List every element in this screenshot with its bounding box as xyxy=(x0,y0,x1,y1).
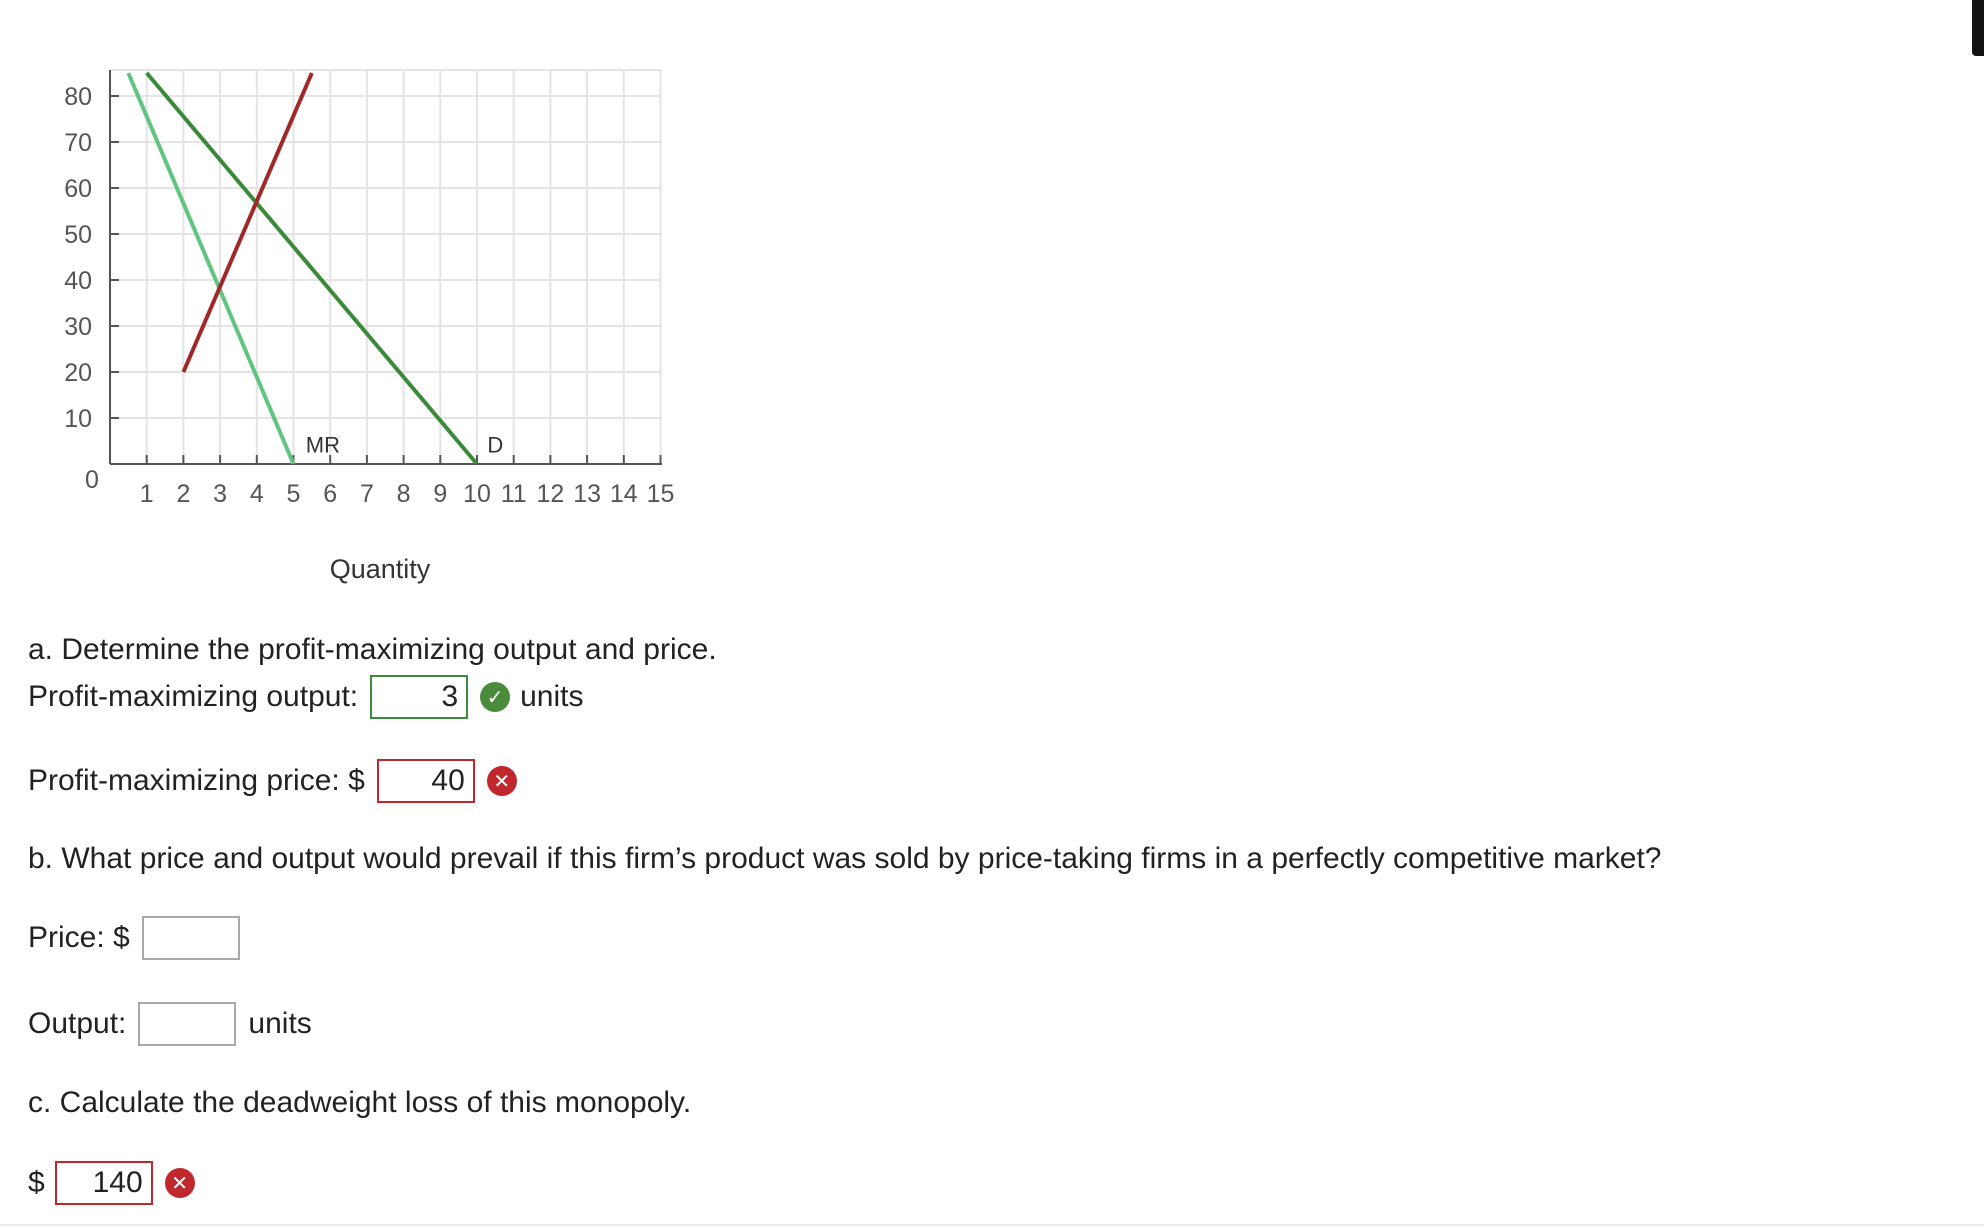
question-a-prompt: a. Determine the profit-maximizing outpu… xyxy=(28,633,717,666)
y-tick-label: 80 xyxy=(64,83,92,111)
origin-label: 0 xyxy=(85,466,99,494)
deadweight-loss-label: $ xyxy=(28,1166,45,1199)
y-tick-label: 50 xyxy=(64,221,92,249)
profit-max-price-field[interactable]: 40 xyxy=(376,759,475,803)
scrollbar-thumb[interactable] xyxy=(1972,0,1984,56)
x-tick-label: 8 xyxy=(397,480,411,508)
x-tick-label: 2 xyxy=(176,480,190,508)
y-tick-label: 70 xyxy=(64,129,92,157)
x-circle-icon: ✕ xyxy=(486,766,517,796)
profit-max-output-row: Profit-maximizing output: 3 ✓ units xyxy=(28,675,584,719)
x-tick-label: 3 xyxy=(213,480,227,508)
y-tick-label: 60 xyxy=(64,175,92,203)
d-curve xyxy=(145,71,479,464)
x-tick-label: 12 xyxy=(536,480,564,508)
x-tick-label: 6 xyxy=(323,480,337,508)
x-tick-label: 7 xyxy=(360,480,374,508)
curve-label-d: D xyxy=(487,433,503,458)
competitive-output-unit: units xyxy=(248,1007,312,1040)
x-tick-label: 14 xyxy=(610,480,638,508)
x-tick-label: 4 xyxy=(250,480,264,508)
y-tick-label: 40 xyxy=(64,267,92,295)
curve-label-mr: MR xyxy=(306,433,340,458)
deadweight-loss-row: $ 140 ✕ xyxy=(28,1161,195,1205)
profit-max-price-row: Profit-maximizing price: $ 40 ✕ xyxy=(28,759,517,803)
x-tick-label: 15 xyxy=(647,480,675,508)
x-tick-label: 10 xyxy=(463,480,491,508)
question-c-prompt: c. Calculate the deadweight loss of this… xyxy=(28,1086,692,1119)
competitive-output-row: Output: units xyxy=(28,1002,312,1046)
competitive-output-field[interactable] xyxy=(138,1002,237,1046)
mr-curve xyxy=(126,72,296,464)
chart-labels: 10203040506070801 2 3 4 5 6 7 8 9 10 11 12 13 14 150MR… xyxy=(64,83,674,508)
profit-max-output-label: Profit-maximizing output: xyxy=(28,680,359,713)
output-unit-label: units xyxy=(520,680,584,713)
question-b-prompt: b. What price and output would prevail i… xyxy=(28,842,1662,875)
y-tick-label: 30 xyxy=(64,313,92,341)
chart-series xyxy=(126,71,479,464)
x-tick-label: 9 xyxy=(433,480,447,508)
bottom-divider xyxy=(0,1224,1984,1226)
deadweight-loss-field[interactable]: 140 xyxy=(54,1161,153,1205)
competitive-price-field[interactable] xyxy=(141,916,240,960)
check-circle-icon: ✓ xyxy=(480,682,511,712)
x-axis-label: Quantity xyxy=(330,554,431,584)
competitive-price-label: Price: $ xyxy=(28,921,130,954)
chart: 10203040506070801 2 3 4 5 6 7 8 9 10 11 12 13 14 150MR… xyxy=(64,69,674,584)
x-tick-label: 5 xyxy=(287,480,301,508)
competitive-output-label: Output: xyxy=(28,1007,127,1040)
y-tick-label: 10 xyxy=(64,405,92,433)
profit-max-price-label: Profit-maximizing price: $ xyxy=(28,764,365,797)
y-tick-label: 20 xyxy=(64,359,92,387)
competitive-price-row: Price: $ xyxy=(28,916,240,960)
profit-max-output-field[interactable]: 3 xyxy=(370,675,469,719)
x-tick-label: 13 xyxy=(573,480,601,508)
x-circle-icon: ✕ xyxy=(164,1168,195,1198)
x-tick-label: 1 xyxy=(140,480,154,508)
x-tick-label: 11 xyxy=(501,480,527,508)
